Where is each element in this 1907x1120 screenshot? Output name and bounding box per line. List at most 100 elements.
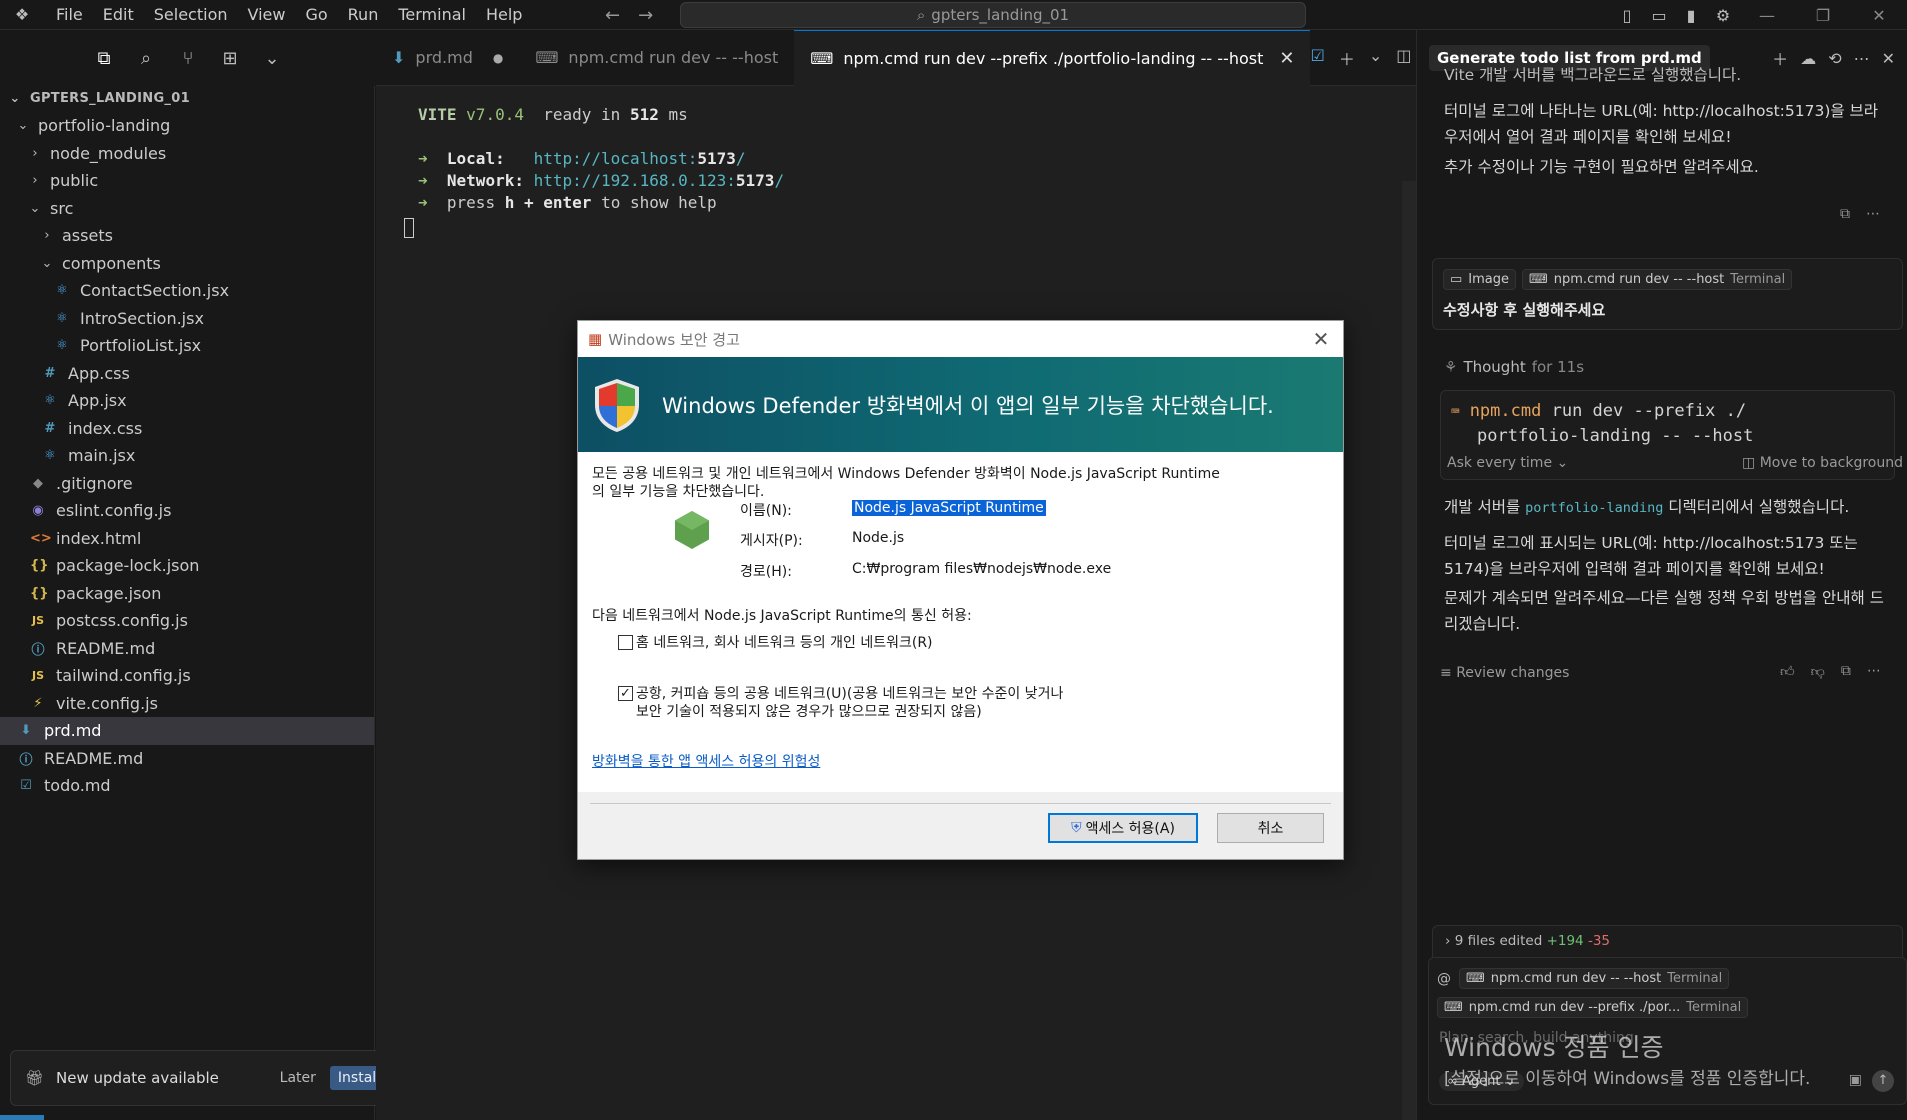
terminal-scrollbar[interactable] [1402, 181, 1416, 1120]
send-arrow-icon[interactable]: ↑ [1872, 1070, 1894, 1092]
private-network-label[interactable]: 홈 네트워크, 회사 네트워크 등의 개인 네트워크(R) [636, 632, 933, 652]
close-window-icon[interactable]: ✕ [1851, 6, 1907, 25]
menu-selection[interactable]: Selection [144, 0, 238, 30]
tree-item[interactable]: ⚡︎ vite.config.js [0, 690, 374, 718]
menu-file[interactable]: File [46, 0, 93, 30]
tree-item[interactable]: ⌄ components [0, 250, 374, 278]
context-chip-terminal-prefix[interactable]: ⌨ npm.cmd run dev --prefix ./por... Termi… [1437, 997, 1749, 1018]
back-arrow-icon[interactable]: ← [605, 5, 620, 26]
tab-label: npm.cmd run dev -- --host [568, 48, 779, 67]
tree-item-label: ContactSection.jsx [80, 281, 230, 301]
menu-view[interactable]: View [238, 0, 296, 30]
maximize-window-icon[interactable]: ❐ [1795, 6, 1851, 25]
menu-help[interactable]: Help [476, 0, 532, 30]
tree-item[interactable]: JS tailwind.config.js [0, 662, 374, 690]
close-tab-icon[interactable]: ✕ [1279, 48, 1294, 69]
thumbs-down-icon[interactable]: 👎︎ [1811, 663, 1825, 680]
tree-item[interactable]: ⓘ README.md [0, 745, 374, 773]
split-editor-icon[interactable]: ◫ [1396, 46, 1411, 70]
more-views-chevron-icon[interactable]: ⌄ [261, 48, 283, 69]
tree-item[interactable]: ⬇ prd.md [0, 717, 374, 745]
private-network-checkbox[interactable] [618, 635, 633, 650]
toggle-secondary-sidebar-icon[interactable]: ▮ [1675, 6, 1707, 25]
tree-item[interactable]: › node_modules [0, 140, 374, 168]
explorer-files-icon[interactable]: ⧉ [93, 48, 115, 69]
tree-item-label: package-lock.json [56, 556, 200, 576]
thumbs-up-icon[interactable]: 👍︎ [1780, 663, 1795, 680]
tree-item[interactable]: JS postcss.config.js [0, 607, 374, 635]
eslint-file-icon: ◉ [32, 503, 44, 519]
dialog-close-icon[interactable]: ✕ [1299, 327, 1343, 351]
tab-terminal-prefix[interactable]: ⌨ npm.cmd run dev --prefix ./portfolio-l… [794, 29, 1311, 86]
copy-icon[interactable]: ⧉ [1841, 663, 1851, 680]
chevron-down-icon[interactable]: ⌄ [1369, 46, 1382, 70]
tree-item-label: src [50, 198, 74, 218]
new-terminal-plus-icon[interactable]: ＋ [1339, 46, 1355, 70]
menu-terminal[interactable]: Terminal [388, 0, 476, 30]
tree-item[interactable]: ◆ .gitignore [0, 470, 374, 498]
tree-item[interactable]: # index.css [0, 415, 374, 443]
context-chip-terminal-host[interactable]: ⌨ npm.cmd run dev -- --host Terminal [1459, 968, 1730, 989]
tree-item[interactable]: ⚛ main.jsx [0, 442, 374, 470]
network-url[interactable]: http://192.168.0.123:5173/ [534, 171, 784, 190]
toggle-panel-icon[interactable]: ▭ [1643, 6, 1675, 25]
tree-item[interactable]: ☑ todo.md [0, 772, 374, 800]
thought-time: for 11s [1531, 358, 1585, 376]
terminal-chip[interactable]: ⌨ npm.cmd run dev -- --host Terminal [1522, 269, 1793, 290]
help-text-pre: press [446, 193, 496, 212]
mention-at-icon[interactable]: @ [1437, 971, 1451, 987]
settings-gear-icon[interactable]: ⚙ [1707, 6, 1739, 25]
public-network-label-line1[interactable]: 공항, 커피숍 등의 공용 네트워크(U)(공용 네트워크는 보안 수준이 낮거… [636, 683, 1063, 703]
allow-access-button[interactable]: ⛨ 액세스 허용(A) [1048, 813, 1198, 843]
copy-icon[interactable]: ⧉ [1840, 206, 1850, 222]
tree-item[interactable]: ⚛ PortfolioList.jsx [0, 332, 374, 360]
user-message-card[interactable]: ▭ Image ⌨ npm.cmd run dev -- --host Termin… [1432, 258, 1903, 330]
review-changes-button[interactable]: ≡ Review changes [1440, 665, 1569, 681]
image-chip[interactable]: ▭ Image [1443, 269, 1517, 290]
tree-item[interactable]: <> index.html [0, 525, 374, 553]
tree-item-label: portfolio-landing [38, 116, 171, 136]
local-url[interactable]: http://localhost:5173/ [534, 149, 746, 168]
more-icon[interactable]: ⋯ [1867, 663, 1881, 680]
extensions-icon[interactable]: ⊞ [219, 48, 241, 69]
tab-prd-md[interactable]: ⬇ prd.md ● [376, 30, 519, 86]
tree-item[interactable]: ⌄ src [0, 195, 374, 223]
attach-image-icon[interactable]: ▣ [1849, 1072, 1862, 1088]
tree-item[interactable]: ⚛ App.jsx [0, 387, 374, 415]
public-network-checkbox[interactable]: ✓ [618, 686, 633, 701]
firewall-risk-link[interactable]: 방화벽을 통한 앱 액세스 허용의 위험성 [592, 751, 820, 771]
move-to-background-button[interactable]: ◫ Move to background [1742, 455, 1903, 471]
source-control-icon[interactable]: ⑂ [177, 48, 199, 69]
tree-item[interactable]: {} package-lock.json [0, 552, 374, 580]
minimize-window-icon[interactable]: — [1739, 6, 1795, 25]
tree-item[interactable]: # App.css [0, 360, 374, 388]
tree-item[interactable]: › assets [0, 222, 374, 250]
tree-item[interactable]: ◉ eslint.config.js [0, 497, 374, 525]
tree-item[interactable]: ⓘ README.md [0, 635, 374, 663]
more-icon[interactable]: ⋯ [1866, 206, 1880, 222]
tree-item[interactable]: ⚛ ContactSection.jsx [0, 277, 374, 305]
toggle-primary-sidebar-icon[interactable]: ▯ [1611, 6, 1643, 25]
files-edited-bar[interactable]: › 9 files edited +194 -35 [1432, 925, 1903, 957]
thought-indicator[interactable]: ⚘ Thought for 11s [1444, 358, 1584, 376]
ask-every-time-select[interactable]: Ask every time ⌄ [1447, 455, 1568, 471]
command-center-search[interactable]: ⌕ gpters_landing_01 [680, 2, 1306, 28]
menu-run[interactable]: Run [338, 0, 389, 30]
tree-item[interactable]: ⚛ IntroSection.jsx [0, 305, 374, 333]
forward-arrow-icon[interactable]: → [638, 5, 653, 26]
publisher-value: Node.js [852, 530, 905, 546]
later-button[interactable]: Later [280, 1070, 316, 1086]
menu-edit[interactable]: Edit [93, 0, 144, 30]
checklist-icon[interactable]: ☑ [1310, 46, 1324, 70]
tree-item[interactable]: {} package.json [0, 580, 374, 608]
search-view-icon[interactable]: ⌕ [135, 48, 157, 69]
react-file-icon: ⚛ [56, 283, 68, 299]
tab-terminal-host[interactable]: ⌨ npm.cmd run dev -- --host [519, 30, 794, 86]
status-bar-remote-indicator[interactable] [0, 1115, 44, 1120]
nodejs-hexagon-icon [675, 511, 709, 549]
explorer-root[interactable]: ⌄ GPTERS_LANDING_01 [0, 86, 374, 112]
tree-item[interactable]: ⌄ portfolio-landing [0, 112, 374, 140]
menu-go[interactable]: Go [295, 0, 337, 30]
tree-item[interactable]: › public [0, 167, 374, 195]
cancel-button[interactable]: 취소 [1217, 813, 1324, 843]
